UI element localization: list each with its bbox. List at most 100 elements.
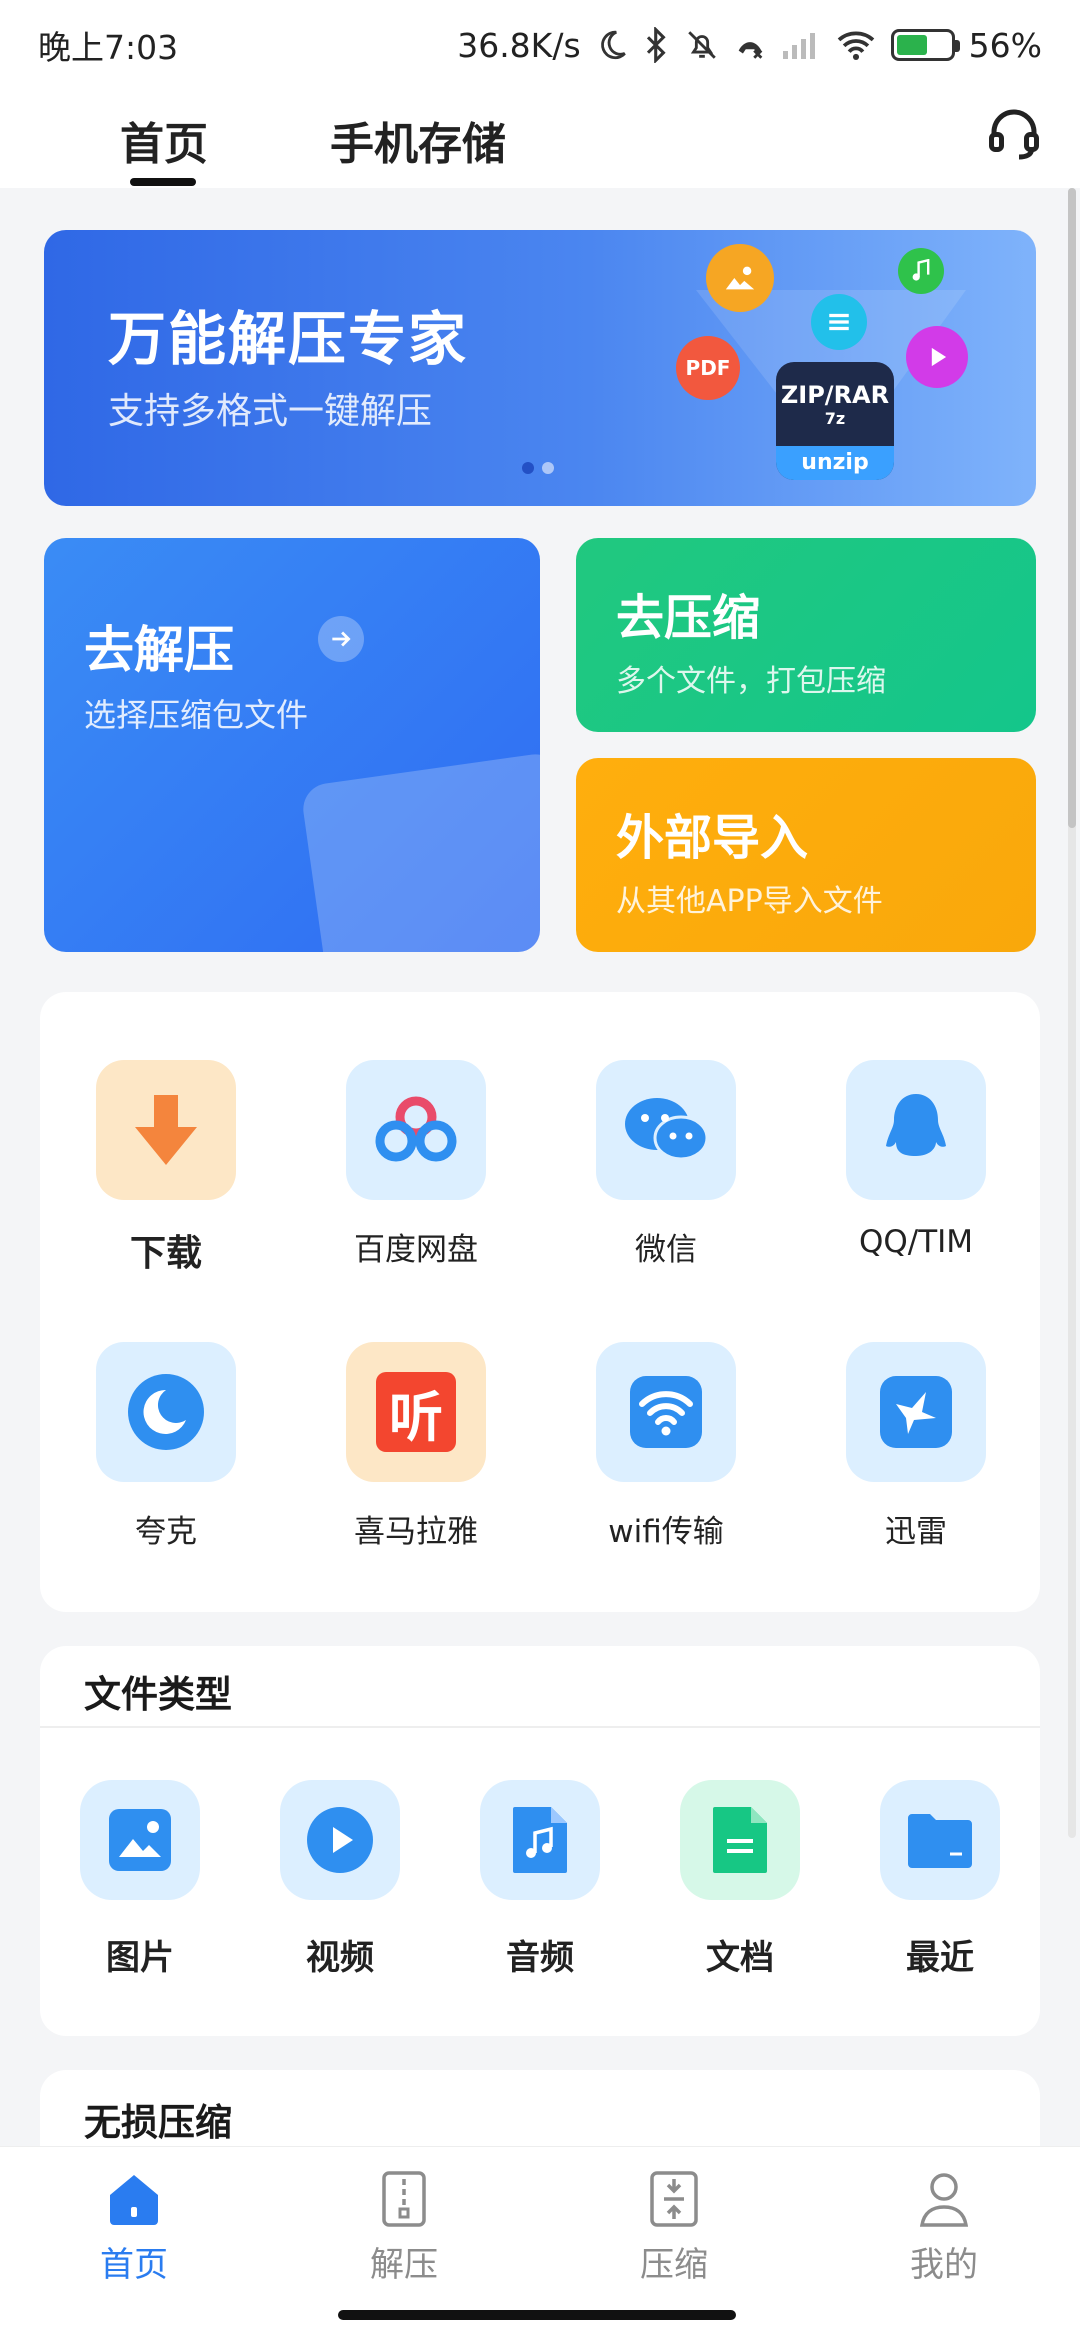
import-title: 外部导入 xyxy=(616,810,809,866)
tab-home[interactable]: 首页 xyxy=(120,108,208,186)
source-ximalaya-label: 喜马拉雅 xyxy=(354,1514,478,1550)
banner-pagination xyxy=(522,462,554,474)
type-video[interactable]: 视频 xyxy=(260,1780,420,1979)
compress-subtitle: 多个文件，打包压缩 xyxy=(616,664,886,699)
banner-title: 万能解压专家 xyxy=(108,305,469,373)
quark-icon xyxy=(96,1342,236,1482)
tab-phone-storage[interactable]: 手机存储 xyxy=(330,108,506,172)
status-right: 36.8K/s 56% xyxy=(457,25,1042,65)
arrow-right-icon xyxy=(318,616,364,662)
nav-profile-label: 我的 xyxy=(910,2245,978,2285)
list-bubble-icon xyxy=(811,294,867,350)
compress-icon xyxy=(642,2167,706,2231)
network-speed: 36.8K/s xyxy=(457,25,581,65)
divider xyxy=(40,1726,1040,1728)
nav-compress-label: 压缩 xyxy=(640,2245,708,2285)
banner-dot xyxy=(542,462,554,474)
seven-z-label: 7z xyxy=(824,409,846,428)
scrollbar-thumb[interactable] xyxy=(1068,188,1076,828)
tab-active-indicator xyxy=(130,178,196,186)
type-recent-label: 最近 xyxy=(906,1938,974,1978)
image-bubble-icon xyxy=(706,244,774,312)
qq-icon xyxy=(846,1060,986,1200)
zip-label: ZIP/RAR xyxy=(780,381,890,409)
tab-home-label: 首页 xyxy=(120,119,208,170)
decompress-card[interactable]: 去解压 选择压缩包文件 xyxy=(44,538,540,952)
signal-icon xyxy=(781,25,821,65)
download-icon xyxy=(96,1060,236,1200)
import-subtitle: 从其他APP导入文件 xyxy=(616,884,883,919)
lossless-header: 无损压缩 xyxy=(84,2101,232,2144)
source-wechat-label: 微信 xyxy=(635,1232,697,1268)
ximalaya-glyph: 听 xyxy=(376,1372,456,1452)
source-xunlei-label: 迅雷 xyxy=(885,1514,947,1550)
call-off-icon xyxy=(733,25,767,65)
headset-icon[interactable] xyxy=(984,102,1044,162)
pdf-bubble-icon: PDF xyxy=(676,336,740,400)
wechat-icon xyxy=(596,1060,736,1200)
source-baidu-netdisk[interactable]: 百度网盘 xyxy=(316,1060,516,1269)
zip-archive-icon: ZIP/RAR 7z unzip xyxy=(776,362,894,480)
unzip-label: unzip xyxy=(776,446,894,480)
file-types-header: 文件类型 xyxy=(84,1673,232,1716)
nav-decompress-label: 解压 xyxy=(370,2245,438,2285)
nav-home[interactable]: 首页 xyxy=(34,2167,234,2286)
source-quark-label: 夸克 xyxy=(135,1514,197,1550)
play-bubble-icon xyxy=(906,326,968,388)
baidu-netdisk-icon xyxy=(346,1060,486,1200)
banner-dot-active xyxy=(522,462,534,474)
audio-icon xyxy=(480,1780,600,1900)
type-image[interactable]: 图片 xyxy=(60,1780,220,1979)
bluetooth-icon xyxy=(643,25,671,65)
ximalaya-icon: 听 xyxy=(346,1342,486,1482)
status-bar: 晚上7:03 36.8K/s 56% xyxy=(0,0,1080,90)
decompress-title: 去解压 xyxy=(84,621,234,679)
home-indicator[interactable] xyxy=(338,2310,736,2320)
moon-icon xyxy=(595,25,629,65)
source-xunlei[interactable]: 迅雷 xyxy=(816,1342,1016,1551)
document-icon xyxy=(680,1780,800,1900)
import-card[interactable]: 外部导入 从其他APP导入文件 xyxy=(576,758,1036,952)
file-types-section: 文件类型 图片 视频 音频 文档 最近 xyxy=(40,1646,1040,2036)
recent-folder-icon xyxy=(880,1780,1000,1900)
source-wechat[interactable]: 微信 xyxy=(566,1060,766,1269)
tab-phone-storage-label: 手机存储 xyxy=(330,119,506,170)
decompress-subtitle: 选择压缩包文件 xyxy=(84,696,309,734)
battery-icon xyxy=(890,29,960,61)
source-baidu-label: 百度网盘 xyxy=(354,1232,478,1268)
nav-profile[interactable]: 我的 xyxy=(844,2167,1044,2286)
status-time: 晚上7:03 xyxy=(38,28,179,67)
nav-home-label: 首页 xyxy=(100,2245,168,2285)
compress-card[interactable]: 去压缩 多个文件，打包压缩 xyxy=(576,538,1036,732)
promo-banner[interactable]: 万能解压专家 支持多格式一键解压 PDF ZIP/RAR 7z unzip xyxy=(44,230,1036,506)
decompress-icon xyxy=(372,2167,436,2231)
source-quark[interactable]: 夸克 xyxy=(66,1342,266,1551)
wifi-icon xyxy=(835,25,877,65)
compress-title: 去压缩 xyxy=(616,590,761,646)
nav-decompress[interactable]: 解压 xyxy=(304,2167,504,2286)
type-recent[interactable]: 最近 xyxy=(860,1780,1020,1979)
mute-bell-icon xyxy=(685,25,719,65)
banner-illustration: PDF ZIP/RAR 7z unzip xyxy=(636,230,996,506)
battery-level: 56% xyxy=(968,25,1042,65)
banner-subtitle: 支持多格式一键解压 xyxy=(108,391,433,432)
source-qq[interactable]: QQ/TIM xyxy=(816,1060,1016,1260)
image-icon xyxy=(80,1780,200,1900)
type-document[interactable]: 文档 xyxy=(660,1780,820,1979)
source-ximalaya[interactable]: 听 喜马拉雅 xyxy=(316,1342,516,1551)
top-nav: 首页 手机存储 xyxy=(0,90,1080,188)
source-shortcuts: 下载 百度网盘 微信 QQ/TIM 夸克 听 喜马拉雅 wifi传输 迅雷 xyxy=(40,992,1040,1612)
profile-icon xyxy=(912,2167,976,2231)
type-document-label: 文档 xyxy=(706,1938,774,1978)
folder-decoration xyxy=(299,750,540,952)
source-qq-label: QQ/TIM xyxy=(858,1224,974,1260)
wifi-transfer-icon xyxy=(596,1342,736,1482)
source-wifi-transfer[interactable]: wifi传输 xyxy=(566,1342,766,1551)
nav-compress[interactable]: 压缩 xyxy=(574,2167,774,2286)
type-audio[interactable]: 音频 xyxy=(460,1780,620,1979)
source-wifi-label: wifi传输 xyxy=(608,1514,724,1550)
type-audio-label: 音频 xyxy=(506,1938,574,1978)
source-download[interactable]: 下载 xyxy=(66,1060,266,1276)
music-bubble-icon xyxy=(898,248,944,294)
video-icon xyxy=(280,1780,400,1900)
